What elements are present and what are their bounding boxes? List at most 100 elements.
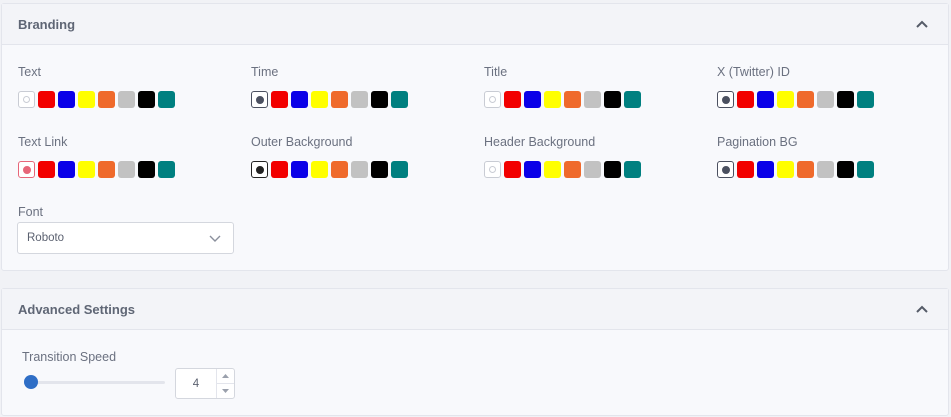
color-swatch[interactable] bbox=[624, 91, 641, 108]
color-swatch[interactable] bbox=[737, 91, 754, 108]
color-swatch[interactable] bbox=[391, 91, 408, 108]
color-picker-button[interactable] bbox=[251, 161, 268, 178]
color-swatch[interactable] bbox=[504, 91, 521, 108]
color-swatch[interactable] bbox=[158, 91, 175, 108]
transition-speed-value[interactable]: 4 bbox=[176, 369, 216, 398]
color-indicator-icon bbox=[489, 166, 496, 173]
color-swatch[interactable] bbox=[58, 161, 75, 178]
swatch-row bbox=[251, 161, 408, 178]
transition-speed-slider-track[interactable] bbox=[30, 381, 165, 384]
color-swatch[interactable] bbox=[38, 91, 55, 108]
color-swatch[interactable] bbox=[371, 91, 388, 108]
increment-button[interactable] bbox=[217, 369, 234, 383]
color-swatch[interactable] bbox=[524, 91, 541, 108]
swatch-row bbox=[18, 91, 175, 108]
color-picker-button[interactable] bbox=[18, 161, 35, 178]
color-field-pagination-bg: Pagination BG bbox=[717, 135, 874, 178]
color-swatch[interactable] bbox=[291, 91, 308, 108]
color-swatch[interactable] bbox=[98, 91, 115, 108]
color-swatch[interactable] bbox=[271, 161, 288, 178]
color-picker-button[interactable] bbox=[484, 161, 501, 178]
decrement-button[interactable] bbox=[217, 383, 234, 398]
color-swatch[interactable] bbox=[817, 91, 834, 108]
color-swatch[interactable] bbox=[797, 91, 814, 108]
color-field-text-link: Text Link bbox=[18, 135, 175, 178]
color-swatch[interactable] bbox=[544, 91, 561, 108]
color-picker-button[interactable] bbox=[18, 91, 35, 108]
color-swatch[interactable] bbox=[58, 91, 75, 108]
color-swatch[interactable] bbox=[837, 161, 854, 178]
color-swatch[interactable] bbox=[544, 161, 561, 178]
color-field-label: Header Background bbox=[484, 135, 596, 149]
color-swatch[interactable] bbox=[38, 161, 55, 178]
color-picker-button[interactable] bbox=[717, 161, 734, 178]
transition-speed-label: Transition Speed bbox=[22, 350, 117, 364]
color-swatch[interactable] bbox=[624, 161, 641, 178]
color-swatch[interactable] bbox=[371, 161, 388, 178]
color-swatch[interactable] bbox=[391, 161, 408, 178]
swatch-row bbox=[717, 91, 874, 108]
stepper-buttons bbox=[216, 369, 234, 398]
color-swatch[interactable] bbox=[797, 161, 814, 178]
color-swatch[interactable] bbox=[757, 91, 774, 108]
color-swatch[interactable] bbox=[311, 91, 328, 108]
transition-speed-slider-handle[interactable] bbox=[24, 375, 38, 389]
color-swatch[interactable] bbox=[138, 91, 155, 108]
color-swatch[interactable] bbox=[158, 161, 175, 178]
font-label: Font bbox=[18, 205, 44, 219]
transition-speed-stepper[interactable]: 4 bbox=[175, 368, 235, 399]
color-field-label: Time bbox=[251, 65, 279, 79]
color-swatch[interactable] bbox=[584, 91, 601, 108]
color-swatch[interactable] bbox=[777, 161, 794, 178]
color-swatch[interactable] bbox=[604, 161, 621, 178]
color-swatch[interactable] bbox=[291, 161, 308, 178]
color-swatch[interactable] bbox=[78, 161, 95, 178]
color-field-label: Text bbox=[18, 65, 41, 79]
color-swatch[interactable] bbox=[777, 91, 794, 108]
color-swatch[interactable] bbox=[857, 91, 874, 108]
color-swatch[interactable] bbox=[817, 161, 834, 178]
font-select-value: Roboto bbox=[27, 232, 65, 244]
chevron-down-icon bbox=[209, 235, 221, 242]
color-swatch[interactable] bbox=[118, 91, 135, 108]
color-swatch[interactable] bbox=[564, 161, 581, 178]
color-indicator-icon bbox=[23, 96, 30, 103]
color-swatch[interactable] bbox=[504, 161, 521, 178]
color-swatch[interactable] bbox=[118, 161, 135, 178]
color-swatch[interactable] bbox=[757, 161, 774, 178]
color-indicator-icon bbox=[489, 96, 496, 103]
color-swatch[interactable] bbox=[837, 91, 854, 108]
advanced-collapse-button[interactable] bbox=[912, 299, 932, 319]
swatch-row bbox=[18, 161, 175, 178]
color-field-header-background: Header Background bbox=[484, 135, 641, 178]
color-swatch[interactable] bbox=[78, 91, 95, 108]
color-swatch[interactable] bbox=[564, 91, 581, 108]
advanced-settings-header[interactable]: Advanced Settings bbox=[2, 289, 948, 330]
color-field-twitter-id: X (Twitter) ID bbox=[717, 65, 874, 108]
color-swatch[interactable] bbox=[604, 91, 621, 108]
color-swatch[interactable] bbox=[331, 91, 348, 108]
color-swatch[interactable] bbox=[351, 91, 368, 108]
color-swatch[interactable] bbox=[737, 161, 754, 178]
branding-title: Branding bbox=[18, 16, 76, 32]
font-select[interactable]: Roboto bbox=[17, 222, 234, 254]
color-swatch[interactable] bbox=[271, 91, 288, 108]
caret-down-icon bbox=[222, 389, 229, 393]
color-picker-button[interactable] bbox=[251, 91, 268, 108]
color-picker-button[interactable] bbox=[484, 91, 501, 108]
color-swatch[interactable] bbox=[98, 161, 115, 178]
color-swatch[interactable] bbox=[584, 161, 601, 178]
branding-header[interactable]: Branding bbox=[2, 4, 948, 45]
color-swatch[interactable] bbox=[138, 161, 155, 178]
branding-collapse-button[interactable] bbox=[912, 14, 932, 34]
color-swatch[interactable] bbox=[351, 161, 368, 178]
color-picker-button[interactable] bbox=[717, 91, 734, 108]
color-swatch[interactable] bbox=[857, 161, 874, 178]
color-indicator-icon bbox=[255, 95, 264, 104]
swatch-row bbox=[251, 91, 408, 108]
color-swatch[interactable] bbox=[311, 161, 328, 178]
chevron-up-icon bbox=[916, 305, 928, 313]
color-swatch[interactable] bbox=[524, 161, 541, 178]
color-swatch[interactable] bbox=[331, 161, 348, 178]
color-field-label: Outer Background bbox=[251, 135, 353, 149]
